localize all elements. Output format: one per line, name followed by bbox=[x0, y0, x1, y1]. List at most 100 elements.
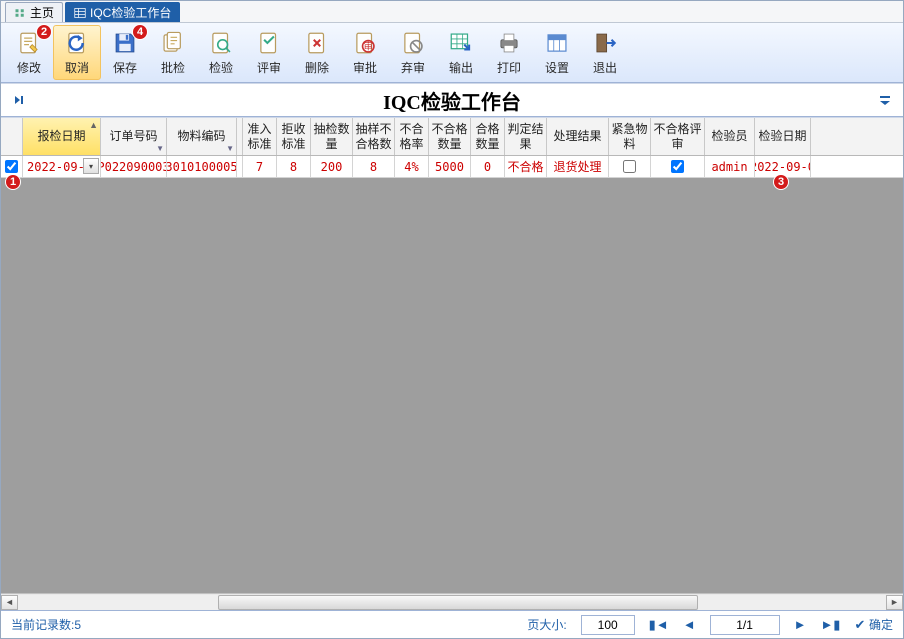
approve-button[interactable]: 审 审批 bbox=[341, 25, 389, 80]
scroll-thumb[interactable] bbox=[218, 595, 698, 610]
col-matCode[interactable]: 物料编码▼ bbox=[167, 118, 237, 155]
cell-stdRej: 8 bbox=[277, 156, 311, 177]
export-icon bbox=[447, 29, 475, 57]
inspect-label: 检验 bbox=[209, 59, 233, 76]
approve-icon: 审 bbox=[351, 29, 379, 57]
col-okQty[interactable]: 合格 数量 bbox=[471, 118, 505, 155]
delete-label: 删除 bbox=[305, 59, 329, 76]
filter-icon[interactable]: ▼ bbox=[156, 144, 164, 154]
record-count: 当前记录数:5 bbox=[11, 616, 81, 633]
tab-home[interactable]: 主页 bbox=[5, 2, 63, 22]
save-badge: 4 bbox=[132, 24, 148, 40]
col-sel[interactable] bbox=[1, 118, 23, 155]
col-sampleNg[interactable]: 抽样不 合格数 bbox=[353, 118, 395, 155]
col-sampleQty[interactable]: 抽检数 量 bbox=[311, 118, 353, 155]
filter-icon[interactable]: ▼ bbox=[226, 144, 234, 154]
exit-icon bbox=[591, 29, 619, 57]
print-button[interactable]: 打印 bbox=[485, 25, 533, 80]
inspect-button[interactable]: 检验 bbox=[197, 25, 245, 80]
title-right-toggle[interactable] bbox=[873, 93, 897, 107]
cell-ngRate: 4% bbox=[395, 156, 429, 177]
scroll-right-arrow[interactable]: ► bbox=[886, 595, 903, 610]
cell-sampleNg: 8 bbox=[353, 156, 395, 177]
review-button[interactable]: 评审 bbox=[245, 25, 293, 80]
cancel-label: 取消 bbox=[65, 59, 89, 76]
confirm-button[interactable]: ✔ 确定 bbox=[854, 616, 893, 633]
checkbox-sel[interactable] bbox=[5, 160, 18, 173]
cell-sampleQty: 200 bbox=[311, 156, 353, 177]
print-icon bbox=[495, 29, 523, 57]
checkbox-urgent[interactable] bbox=[623, 160, 636, 173]
discard-icon bbox=[399, 29, 427, 57]
tab-bar: 主页 IQC检验工作台 bbox=[1, 1, 903, 23]
cancel-icon bbox=[63, 29, 91, 57]
col-ngReview[interactable]: 不合格评 审 bbox=[651, 118, 705, 155]
save-button[interactable]: 保存 4 bbox=[101, 25, 149, 80]
cell-orderNo: P022090003 bbox=[101, 156, 167, 177]
cell-ngReview bbox=[651, 156, 705, 177]
col-inspDate[interactable]: 检验日期 bbox=[755, 118, 811, 155]
date-dropdown-icon[interactable]: ▾ bbox=[83, 158, 99, 174]
row-badge-left: 1 bbox=[5, 174, 21, 190]
save-label: 保存 bbox=[113, 59, 137, 76]
cell-judge: 不合格 bbox=[505, 156, 547, 177]
cancel-button[interactable]: 取消 bbox=[53, 25, 101, 80]
cell-ngQty: 5000 bbox=[429, 156, 471, 177]
prev-page-button[interactable]: ◄ bbox=[683, 617, 696, 632]
scroll-left-arrow[interactable]: ◄ bbox=[1, 595, 18, 610]
page-size-label: 页大小: bbox=[527, 616, 566, 633]
export-label: 输出 bbox=[449, 59, 473, 76]
data-grid: 报检日期▲订单号码▼物料编码▼准入 标准拒收 标准抽检数 量抽样不 合格数不合 … bbox=[1, 117, 903, 610]
grid-body: 2022-09-0▾P02209000330101000057820084%50… bbox=[1, 156, 903, 593]
col-orderNo[interactable]: 订单号码▼ bbox=[101, 118, 167, 155]
exit-label: 退出 bbox=[593, 59, 617, 76]
last-page-button[interactable]: ►▮ bbox=[820, 617, 840, 633]
col-reportDate[interactable]: 报检日期▲ bbox=[23, 118, 101, 155]
home-icon bbox=[14, 7, 26, 19]
horizontal-scrollbar[interactable]: ◄ ► bbox=[1, 593, 903, 610]
page-title: IQC检验工作台 bbox=[383, 86, 521, 115]
modify-button[interactable]: 修改 2 bbox=[5, 25, 53, 80]
tab-home-label: 主页 bbox=[30, 4, 54, 21]
cell-handle: 退货处理 bbox=[547, 156, 609, 177]
col-stdRej[interactable]: 拒收 标准 bbox=[277, 118, 311, 155]
grid-header: 报检日期▲订单号码▼物料编码▼准入 标准拒收 标准抽检数 量抽样不 合格数不合 … bbox=[1, 118, 903, 156]
delete-button[interactable]: 删除 bbox=[293, 25, 341, 80]
table-row[interactable]: 2022-09-0▾P02209000330101000057820084%50… bbox=[1, 156, 903, 178]
review-icon bbox=[255, 29, 283, 57]
batch-icon bbox=[159, 29, 187, 57]
col-inspector[interactable]: 检验员 bbox=[705, 118, 755, 155]
row-badge-right: 3 bbox=[773, 174, 789, 190]
col-urgent[interactable]: 紧急物 料 bbox=[609, 118, 651, 155]
toolbar: 修改 2 取消 保存 4 批检 检验 评审 删除 审 审批 弃审 输出 打印 bbox=[1, 23, 903, 83]
col-handle[interactable]: 处理结果 bbox=[547, 118, 609, 155]
cell-okQty: 0 bbox=[471, 156, 505, 177]
discard-button[interactable]: 弃审 bbox=[389, 25, 437, 80]
tab-iqc[interactable]: IQC检验工作台 bbox=[65, 2, 180, 22]
batch-button[interactable]: 批检 bbox=[149, 25, 197, 80]
first-page-button[interactable]: ▮◄ bbox=[649, 617, 669, 633]
col-ngRate[interactable]: 不合 格率 bbox=[395, 118, 429, 155]
cell-urgent bbox=[609, 156, 651, 177]
page-size-input[interactable] bbox=[581, 615, 635, 635]
col-ngQty[interactable]: 不合格 数量 bbox=[429, 118, 471, 155]
col-stdIn[interactable]: 准入 标准 bbox=[243, 118, 277, 155]
settings-icon bbox=[543, 29, 571, 57]
scroll-track[interactable] bbox=[18, 595, 886, 610]
page-info-input[interactable] bbox=[710, 615, 780, 635]
review-label: 评审 bbox=[257, 59, 281, 76]
cell-inspector: admin bbox=[705, 156, 755, 177]
settings-label: 设置 bbox=[545, 59, 569, 76]
title-left-toggle[interactable] bbox=[7, 93, 31, 107]
checkbox-ngReview[interactable] bbox=[671, 160, 684, 173]
exit-button[interactable]: 退出 bbox=[581, 25, 629, 80]
export-button[interactable]: 输出 bbox=[437, 25, 485, 80]
col-judge[interactable]: 判定结 果 bbox=[505, 118, 547, 155]
next-page-button[interactable]: ► bbox=[794, 617, 807, 632]
settings-button[interactable]: 设置 bbox=[533, 25, 581, 80]
cell-reportDate: 2022-09-0▾ bbox=[23, 156, 101, 177]
discard-label: 弃审 bbox=[401, 59, 425, 76]
modify-label: 修改 bbox=[17, 59, 41, 76]
delete-icon bbox=[303, 29, 331, 57]
batch-label: 批检 bbox=[161, 59, 185, 76]
